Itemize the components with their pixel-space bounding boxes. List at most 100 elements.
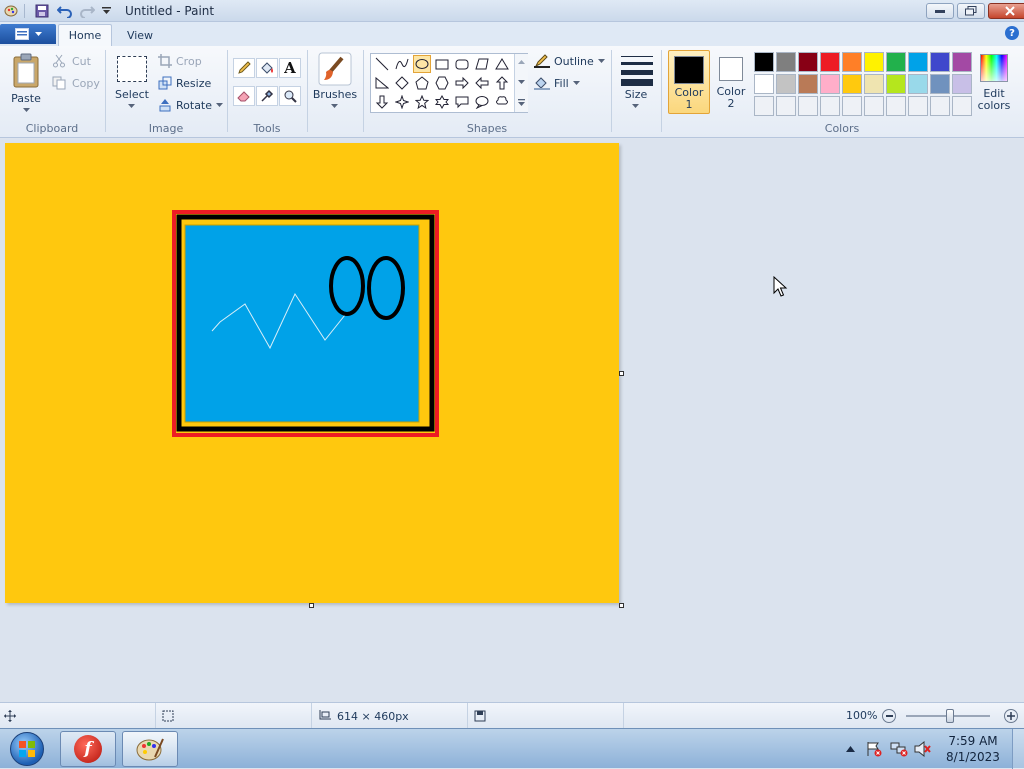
tab-home[interactable]: Home — [58, 24, 112, 46]
rounded-callout-shape[interactable] — [453, 93, 471, 111]
color-picker-tool[interactable] — [256, 86, 278, 106]
custom-color-slot[interactable] — [930, 96, 950, 116]
palette-swatch[interactable] — [842, 52, 862, 72]
hexagon-shape[interactable] — [433, 74, 451, 92]
text-tool[interactable]: A — [279, 58, 301, 78]
fill-button[interactable]: Fill — [534, 74, 580, 92]
palette-swatch[interactable] — [952, 74, 972, 94]
custom-color-slot[interactable] — [864, 96, 884, 116]
cloud-callout-shape[interactable] — [493, 93, 511, 111]
select-button[interactable]: Select — [113, 50, 151, 116]
rotate-button[interactable]: Rotate — [158, 96, 224, 114]
copy-button[interactable]: Copy — [52, 74, 100, 92]
palette-swatch[interactable] — [886, 52, 906, 72]
volume-muted-icon[interactable] — [914, 740, 932, 758]
size-button[interactable]: Size — [616, 50, 656, 116]
palette-swatch[interactable] — [820, 52, 840, 72]
color2-button[interactable]: Color 2 — [710, 50, 752, 114]
tab-view[interactable]: View — [116, 24, 164, 46]
curve-shape[interactable] — [393, 55, 411, 73]
five-point-star-shape[interactable] — [413, 93, 431, 111]
diamond-shape[interactable] — [393, 74, 411, 92]
paint-app-icon[interactable] — [3, 3, 19, 19]
palette-swatch[interactable] — [754, 74, 774, 94]
edit-colors-button[interactable]: Edit colors — [974, 50, 1014, 116]
palette-swatch[interactable] — [754, 52, 774, 72]
palette-swatch[interactable] — [820, 74, 840, 94]
network-icon[interactable] — [890, 741, 908, 757]
palette-swatch[interactable] — [864, 74, 884, 94]
custom-color-slot[interactable] — [952, 96, 972, 116]
zoom-slider-thumb[interactable] — [946, 709, 954, 723]
up-arrow-shape[interactable] — [493, 74, 511, 92]
down-arrow-shape[interactable] — [373, 93, 391, 111]
resize-handle-right[interactable] — [619, 371, 624, 376]
resize-button[interactable]: Resize — [158, 74, 211, 92]
oval-shape[interactable] — [413, 55, 431, 73]
crop-button[interactable]: Crop — [158, 52, 202, 70]
custom-color-slot[interactable] — [886, 96, 906, 116]
palette-swatch[interactable] — [886, 74, 906, 94]
resize-handle-bottom[interactable] — [309, 603, 314, 608]
show-desktop-button[interactable] — [1012, 729, 1024, 769]
triangle-shape[interactable] — [493, 55, 511, 73]
custom-color-slot[interactable] — [908, 96, 928, 116]
action-center-icon[interactable] — [866, 741, 882, 757]
paste-button[interactable]: Paste — [6, 50, 46, 114]
cut-button[interactable]: Cut — [52, 52, 91, 70]
palette-swatch[interactable] — [798, 52, 818, 72]
palette-swatch[interactable] — [930, 74, 950, 94]
canvas-workspace[interactable] — [0, 139, 1024, 702]
polygon-shape[interactable] — [473, 55, 491, 73]
custom-color-slot[interactable] — [754, 96, 774, 116]
right-arrow-shape[interactable] — [453, 74, 471, 92]
oval-callout-shape[interactable] — [473, 93, 491, 111]
palette-swatch[interactable] — [798, 74, 818, 94]
paint-menu-button[interactable] — [0, 24, 56, 44]
outline-button[interactable]: Outline — [534, 52, 605, 70]
drawing-canvas[interactable] — [5, 143, 619, 603]
brushes-button[interactable]: Brushes — [312, 50, 358, 116]
palette-swatch[interactable] — [908, 74, 928, 94]
help-icon[interactable]: ? — [1005, 26, 1019, 40]
left-arrow-shape[interactable] — [473, 74, 491, 92]
eraser-tool[interactable] — [233, 86, 255, 106]
palette-swatch[interactable] — [908, 52, 928, 72]
taskbar-paint-app[interactable] — [122, 731, 178, 767]
palette-swatch[interactable] — [776, 52, 796, 72]
palette-swatch[interactable] — [864, 52, 884, 72]
resize-handle-corner[interactable] — [619, 603, 624, 608]
right-triangle-shape[interactable] — [373, 74, 391, 92]
start-button[interactable] — [4, 730, 50, 768]
four-point-star-shape[interactable] — [393, 93, 411, 111]
system-clock[interactable]: 7:59 AM 8/1/2023 — [944, 733, 1002, 765]
shapes-scrollbar[interactable] — [514, 54, 528, 112]
pencil-tool[interactable] — [233, 58, 255, 78]
line-shape[interactable] — [373, 55, 391, 73]
redo-icon[interactable] — [78, 3, 96, 19]
rectangle-shape[interactable] — [433, 55, 451, 73]
restore-button[interactable] — [957, 3, 985, 19]
taskbar-flash-app[interactable]: f — [60, 731, 116, 767]
show-hidden-icons-icon[interactable] — [846, 746, 855, 752]
custom-color-slot[interactable] — [798, 96, 818, 116]
six-point-star-shape[interactable] — [433, 93, 451, 111]
zoom-in-button[interactable] — [1004, 709, 1018, 723]
close-button[interactable] — [988, 3, 1024, 19]
palette-swatch[interactable] — [776, 74, 796, 94]
custom-color-slot[interactable] — [820, 96, 840, 116]
qat-customize-icon[interactable] — [100, 3, 112, 19]
palette-swatch[interactable] — [842, 74, 862, 94]
palette-swatch[interactable] — [952, 52, 972, 72]
fill-tool[interactable] — [256, 58, 278, 78]
custom-color-slot[interactable] — [776, 96, 796, 116]
pentagon-shape[interactable] — [413, 74, 431, 92]
zoom-out-button[interactable] — [882, 709, 896, 723]
rounded-rectangle-shape[interactable] — [453, 55, 471, 73]
color1-button[interactable]: Color 1 — [668, 50, 710, 114]
undo-icon[interactable] — [56, 3, 74, 19]
save-icon[interactable] — [34, 3, 50, 19]
minimize-button[interactable] — [926, 3, 954, 19]
palette-swatch[interactable] — [930, 52, 950, 72]
custom-color-slot[interactable] — [842, 96, 862, 116]
